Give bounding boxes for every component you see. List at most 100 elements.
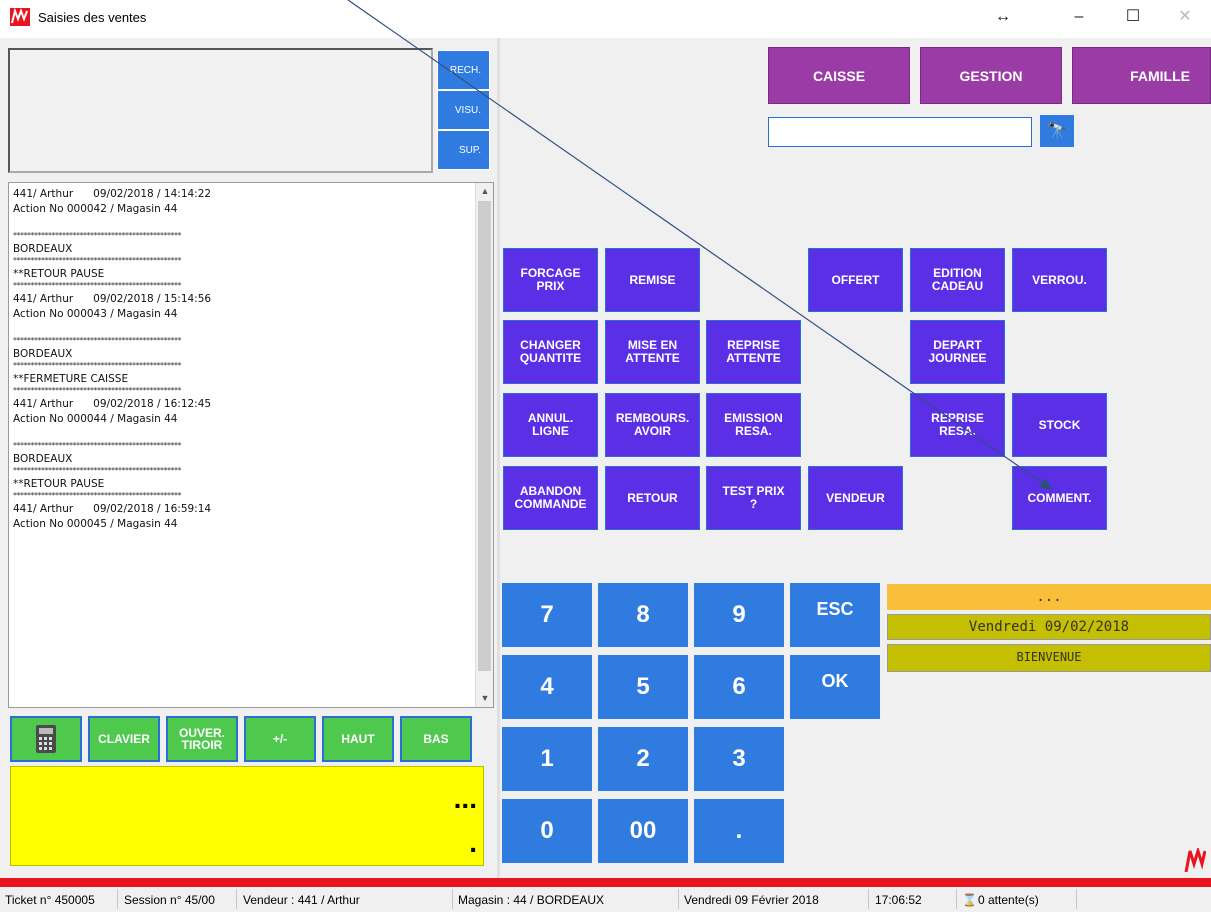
log-line: ****************************************… — [13, 231, 182, 240]
reprise-att-label: REPRISE ATTENTE — [726, 339, 780, 365]
abandon-button[interactable]: ABANDON COMMANDE — [503, 466, 598, 530]
mise-button[interactable]: MISE EN ATTENTE — [605, 320, 700, 384]
annul-label: ANNUL. LIGNE — [528, 412, 573, 438]
resize-icon[interactable]: ↔ — [988, 6, 1018, 28]
caisse-button[interactable]: CAISSE — [768, 47, 910, 104]
hourglass-icon: ⌛ — [962, 893, 977, 907]
window-title: Saisies des ventes — [38, 10, 147, 25]
scroll-down-icon[interactable]: ▼ — [476, 690, 493, 707]
key-2[interactable]: 2 — [598, 727, 688, 791]
log-line: BORDEAUX — [13, 453, 73, 465]
visu-button[interactable]: VISU. — [437, 90, 490, 130]
key-8[interactable]: 8 — [598, 583, 688, 647]
annul-button[interactable]: ANNUL. LIGNE — [503, 393, 598, 457]
testprix-label: TEST PRIX? — [722, 485, 784, 511]
status-attente: 0 attente(s) — [978, 893, 1039, 907]
retour-label: RETOUR — [627, 491, 677, 505]
vendeur-label: VENDEUR — [826, 490, 885, 505]
log-line: ****************************************… — [13, 466, 182, 475]
depart-button[interactable]: DEPART JOURNEE — [910, 320, 1005, 384]
abandon-label: ABANDON COMMANDE — [515, 485, 587, 511]
ouver-tiroir-button[interactable]: OUVER. TIROIR — [166, 716, 238, 762]
status-time: 17:06:52 — [875, 893, 922, 907]
gestion-button[interactable]: GESTION — [920, 47, 1062, 104]
binoculars-icon: 🔭 — [1047, 123, 1067, 140]
log-line: **RETOUR PAUSE — [13, 268, 105, 280]
key-00[interactable]: 00 — [598, 799, 688, 863]
action-label-line: VENDEUR — [826, 490, 885, 505]
maximize-button[interactable]: ☐ — [1118, 6, 1148, 28]
edition-label: EDITION CADEAU — [932, 267, 983, 293]
forcage-label: FORCAGE PRIX — [521, 267, 581, 293]
calculator-button[interactable] — [10, 716, 82, 762]
verrou-button[interactable]: VERROU. — [1012, 248, 1107, 312]
log-line: 441/ Arthur 09/02/2018 / 14:14:22 — [13, 188, 212, 200]
remise-button[interactable]: REMISE — [605, 248, 700, 312]
reprise-resa-button[interactable]: REPRISE RESA. — [910, 393, 1005, 457]
key-0[interactable]: 0 — [502, 799, 592, 863]
action-label-line: AVOIR — [633, 424, 672, 438]
scroll-up-icon[interactable]: ▲ — [476, 183, 493, 200]
changer-button[interactable]: CHANGER QUANTITE — [503, 320, 598, 384]
mise-label: MISE EN ATTENTE — [625, 339, 679, 365]
sup-button[interactable]: SUP. — [437, 130, 490, 170]
search-results-box[interactable] — [8, 48, 433, 173]
log-line: ****************************************… — [13, 336, 182, 345]
log-line: ****************************************… — [13, 281, 182, 290]
scroll-thumb[interactable] — [478, 201, 491, 671]
log-scrollbar[interactable]: ▲ ▼ — [475, 183, 493, 707]
close-button[interactable]: ✕ — [1170, 6, 1200, 28]
comment-label: COMMENT. — [1028, 491, 1092, 505]
article-search-input[interactable] — [768, 117, 1032, 147]
forcage-button[interactable]: FORCAGE PRIX — [503, 248, 598, 312]
ok-button[interactable]: OK — [790, 655, 880, 719]
key-6[interactable]: 6 — [694, 655, 784, 719]
key-1[interactable]: 1 — [502, 727, 592, 791]
action-label-line: STOCK — [1038, 417, 1081, 432]
minimize-button[interactable]: – — [1064, 6, 1094, 28]
app-logo-icon — [10, 8, 30, 26]
key-dot[interactable]: . — [694, 799, 784, 863]
brand-logo-icon — [1184, 848, 1206, 873]
plus-minus-button[interactable]: +/- — [244, 716, 316, 762]
search-button[interactable]: 🔭 — [1040, 115, 1074, 147]
status-vendeur: Vendeur : 441 / Arthur — [243, 893, 360, 907]
retour-button[interactable]: RETOUR — [605, 466, 700, 530]
action-label-line: REMISE — [629, 272, 676, 287]
comment-button[interactable]: COMMENT. — [1012, 466, 1107, 530]
key-3[interactable]: 3 — [694, 727, 784, 791]
esc-button[interactable]: ESC — [790, 583, 880, 647]
log-line: **RETOUR PAUSE — [13, 478, 105, 490]
log-content: 441/ Arthur 09/02/2018 / 14:14:22 Action … — [13, 187, 473, 532]
key-9[interactable]: 9 — [694, 583, 784, 647]
testprix-button[interactable]: TEST PRIX? — [706, 466, 801, 530]
title-bar: Saisies des ventes ↔ – ☐ ✕ — [0, 0, 1211, 34]
stock-button[interactable]: STOCK — [1012, 393, 1107, 457]
offert-button[interactable]: OFFERT — [808, 248, 903, 312]
journal-log[interactable]: 441/ Arthur 09/02/2018 / 14:14:22 Action … — [8, 182, 494, 708]
rembours-button[interactable]: REMBOURS. AVOIR — [605, 393, 700, 457]
log-line: 441/ Arthur 09/02/2018 / 16:59:14 — [13, 503, 212, 515]
emission-button[interactable]: EMISSION RESA. — [706, 393, 801, 457]
action-label-line: ? — [749, 497, 758, 511]
haut-button[interactable]: HAUT — [322, 716, 394, 762]
rech-button[interactable]: RECH. — [437, 50, 490, 90]
status-magasin: Magasin : 44 / BORDEAUX — [458, 893, 605, 907]
action-label-line: COMMANDE — [514, 497, 587, 511]
key-7[interactable]: 7 — [502, 583, 592, 647]
status-date: Vendredi 09 Février 2018 — [684, 893, 819, 907]
clavier-button[interactable]: CLAVIER — [88, 716, 160, 762]
splitter[interactable] — [497, 38, 500, 878]
vendeur-button[interactable]: VENDEUR — [808, 466, 903, 530]
key-4[interactable]: 4 — [502, 655, 592, 719]
status-ticket: Ticket n° 450005 — [5, 893, 95, 907]
edition-button[interactable]: EDITION CADEAU — [910, 248, 1005, 312]
reprise-att-button[interactable]: REPRISE ATTENTE — [706, 320, 801, 384]
log-line: 441/ Arthur 09/02/2018 / 16:12:45 — [13, 398, 212, 410]
key-5[interactable]: 5 — [598, 655, 688, 719]
action-label-line: LIGNE — [532, 424, 569, 438]
log-line: Action No 000042 / Magasin 44 — [13, 203, 178, 215]
famille-button[interactable]: FAMILLE — [1072, 47, 1211, 104]
bas-button[interactable]: BAS — [400, 716, 472, 762]
log-line: ****************************************… — [13, 491, 182, 500]
